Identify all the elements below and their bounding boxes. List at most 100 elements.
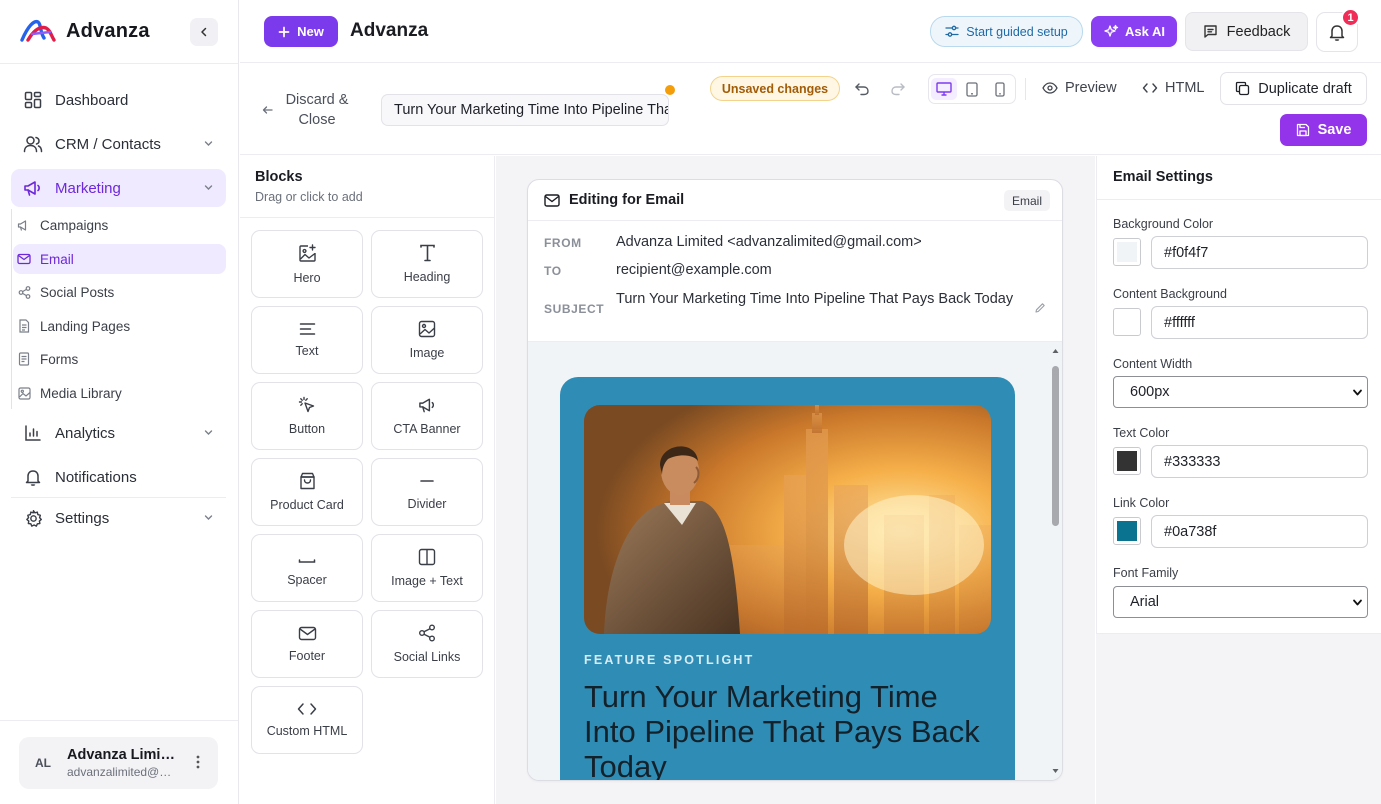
toolbar-separator: [1025, 78, 1026, 100]
sidebar-subitem-social-posts[interactable]: Social Posts: [13, 277, 226, 307]
edit-subject-pencil-icon[interactable]: [1034, 302, 1046, 314]
block-social-links[interactable]: Social Links: [371, 610, 483, 678]
block-label: Social Links: [393, 650, 461, 664]
to-value: recipient@example.com: [616, 262, 772, 278]
sidebar-item-notifications[interactable]: Notifications: [11, 458, 226, 496]
background-color-swatch[interactable]: [1113, 238, 1141, 266]
block-hero[interactable]: Hero: [251, 230, 363, 298]
sidebar-subitem-label: Media Library: [40, 385, 122, 401]
content-width-select[interactable]: 600px: [1113, 376, 1368, 408]
new-button[interactable]: New: [264, 16, 338, 47]
device-preview-toggle: [928, 74, 1016, 104]
block-heading[interactable]: Heading: [371, 230, 483, 298]
block-cta-banner[interactable]: CTA Banner: [371, 382, 483, 450]
link-color-swatch[interactable]: [1113, 517, 1141, 545]
start-guided-setup-button[interactable]: Start guided setup: [930, 16, 1083, 47]
sidebar-item-label: Settings: [55, 509, 110, 527]
scrollbar-thumb[interactable]: [1052, 366, 1059, 526]
save-button[interactable]: Save: [1280, 114, 1367, 146]
hero-title[interactable]: Turn Your Marketing Time Into Pipeline T…: [584, 679, 984, 780]
desktop-view-button[interactable]: [931, 78, 957, 100]
block-label: Spacer: [287, 573, 327, 587]
block-divider[interactable]: Divider: [371, 458, 483, 526]
channel-tag: Email: [1003, 190, 1050, 211]
feedback-button[interactable]: Feedback: [1185, 12, 1308, 51]
hero-eyebrow: FEATURE SPOTLIGHT: [584, 653, 755, 667]
users-icon: [23, 134, 43, 154]
sidebar: Advanza Dashboard CRM / Contacts Marketi…: [0, 0, 239, 804]
sidebar-subitem-landing-pages[interactable]: Landing Pages: [13, 311, 226, 341]
discard-close-button[interactable]: Discard & Close: [262, 90, 353, 130]
undo-button[interactable]: [852, 80, 872, 98]
feedback-label: Feedback: [1226, 23, 1291, 40]
message-square-icon: [1203, 24, 1218, 39]
block-footer[interactable]: Footer: [251, 610, 363, 678]
block-spacer[interactable]: Spacer: [251, 534, 363, 602]
submenu-rail: [11, 209, 12, 409]
preview-button[interactable]: Preview: [1042, 80, 1117, 96]
text-color-swatch[interactable]: [1113, 447, 1141, 475]
file-icon: [17, 319, 31, 333]
image-plus-icon: [298, 243, 317, 263]
redo-button[interactable]: [888, 80, 908, 98]
blocks-title: Blocks: [255, 169, 303, 185]
sidebar-item-crm-contacts[interactable]: CRM / Contacts: [11, 125, 226, 163]
content-background-input[interactable]: #ffffff: [1151, 306, 1368, 339]
sidebar-item-marketing[interactable]: Marketing: [11, 169, 226, 207]
block-button[interactable]: Button: [251, 382, 363, 450]
from-value: Advanza Limited <advanzalimited@gmail.co…: [616, 234, 922, 250]
tablet-view-button[interactable]: [959, 78, 985, 100]
subject-value: Turn Your Marketing Time Into Pipeline T…: [616, 291, 1014, 307]
sidebar-subitem-forms[interactable]: Forms: [13, 344, 226, 374]
undo-icon: [854, 82, 870, 96]
from-label: FROM: [544, 236, 582, 250]
sidebar-divider: [0, 63, 238, 64]
more-vertical-icon[interactable]: [196, 755, 200, 769]
block-image[interactable]: Image: [371, 306, 483, 374]
collapse-sidebar-button[interactable]: [190, 18, 218, 46]
font-family-select[interactable]: Arial: [1113, 586, 1368, 618]
content-width-value: 600px: [1130, 384, 1170, 400]
mobile-view-button[interactable]: [987, 78, 1013, 100]
hero-block[interactable]: FEATURE SPOTLIGHT Turn Your Marketing Ti…: [560, 377, 1015, 780]
chevron-left-icon: [198, 26, 210, 38]
eye-icon: [1042, 82, 1058, 94]
scroll-up-arrow-icon[interactable]: [1052, 348, 1059, 354]
ask-ai-button[interactable]: Ask AI: [1091, 16, 1177, 47]
save-label: Save: [1317, 122, 1352, 138]
block-custom-html[interactable]: Custom HTML: [251, 686, 363, 754]
sidebar-item-label: Dashboard: [55, 91, 129, 109]
sidebar-subitem-campaigns[interactable]: Campaigns: [13, 210, 226, 240]
account-email: advanzalimited@gmail.com: [67, 765, 177, 779]
link-color-input[interactable]: #0a738f: [1151, 515, 1368, 548]
preview-scrollbar[interactable]: [1051, 348, 1059, 774]
ask-ai-label: Ask AI: [1125, 24, 1165, 39]
text-color-input[interactable]: #333333: [1151, 445, 1368, 478]
duplicate-draft-button[interactable]: Duplicate draft: [1220, 72, 1367, 105]
avatar: AL: [35, 756, 51, 770]
gear-icon: [23, 508, 43, 528]
block-text[interactable]: Text: [251, 306, 363, 374]
block-image-text[interactable]: Image + Text: [371, 534, 483, 602]
block-label: Button: [288, 422, 326, 436]
html-button[interactable]: HTML: [1142, 80, 1204, 96]
block-product-card[interactable]: Product Card: [251, 458, 363, 526]
columns-icon: [418, 548, 436, 566]
advanza-logo-icon: [20, 18, 56, 44]
sidebar-item-analytics[interactable]: Analytics: [11, 414, 226, 452]
sidebar-item-label: CRM / Contacts: [55, 135, 161, 153]
background-color-input[interactable]: #f0f4f7: [1151, 236, 1368, 269]
html-label: HTML: [1165, 80, 1205, 96]
content-background-swatch[interactable]: [1113, 308, 1141, 336]
brand[interactable]: Advanza: [20, 18, 150, 44]
hero-image[interactable]: [584, 405, 991, 634]
sidebar-item-dashboard[interactable]: Dashboard: [11, 81, 226, 119]
sidebar-subitem-media-library[interactable]: Media Library: [13, 378, 226, 408]
account-card[interactable]: AL Advanza Limited advanzalimited@gmail.…: [19, 737, 218, 789]
preview-label: Preview: [1065, 80, 1117, 96]
scroll-down-arrow-icon[interactable]: [1052, 768, 1059, 774]
sidebar-subitem-email[interactable]: Email: [13, 244, 226, 274]
sidebar-item-settings[interactable]: Settings: [11, 499, 226, 537]
grid-icon: [23, 90, 43, 110]
email-name-input[interactable]: Turn Your Marketing Time Into Pipeline T…: [381, 94, 669, 126]
